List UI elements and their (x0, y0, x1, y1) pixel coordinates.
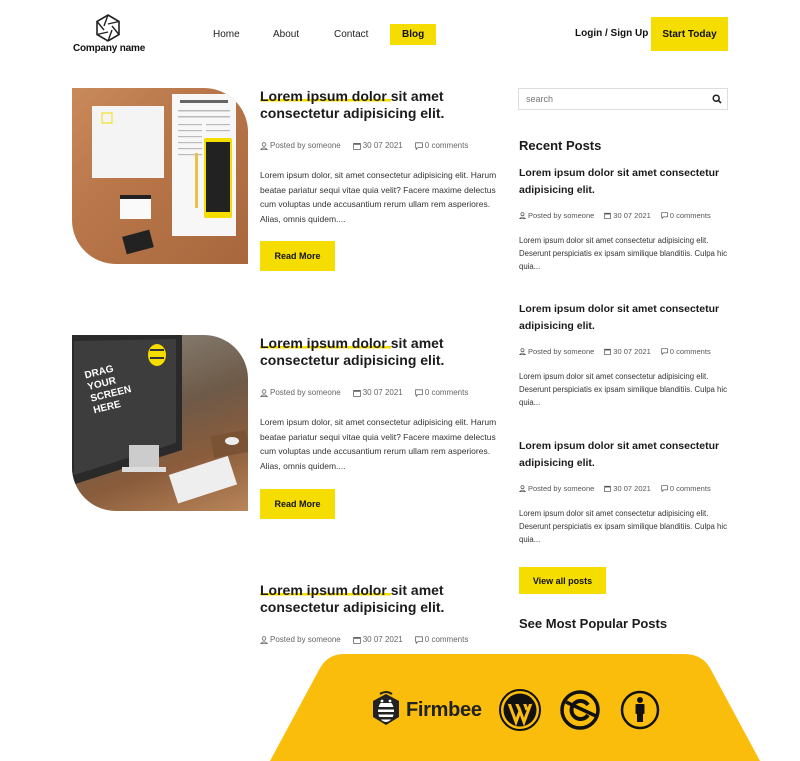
company-logo[interactable]: Company name (73, 14, 146, 54)
comment-icon (414, 141, 423, 150)
calendar-icon (604, 485, 612, 492)
read-more-button[interactable]: Read More (260, 489, 335, 519)
start-today-button[interactable]: Start Today (651, 17, 728, 51)
post-title[interactable]: Lorem ipsum dolor sit amet consectetur a… (260, 88, 500, 122)
recent-post-meta: Posted by someone 30 07 2021 0 comments (519, 211, 711, 220)
post-author: Posted by someone (270, 635, 341, 644)
user-icon (519, 212, 526, 219)
post-author: Posted by someone (270, 388, 341, 397)
comment-icon (661, 212, 668, 219)
firmbee-brand-text: Firmbee (406, 698, 482, 721)
recent-post-title[interactable]: Lorem ipsum dolor sit amet consectetur a… (519, 301, 734, 335)
post-image[interactable]: DRAG YOUR SCREEN HERE (72, 335, 248, 511)
user-icon (260, 635, 268, 644)
stationery-mockup-image (92, 94, 236, 255)
attribution-icon (620, 690, 659, 730)
post-meta: Posted by someone 30 07 2021 0 comments (260, 388, 468, 397)
post-author: Posted by someone (270, 141, 341, 150)
search-icon[interactable] (707, 94, 727, 104)
hexagon-logo-icon (96, 14, 120, 42)
recent-post-excerpt: Lorem ipsum dolor sit amet consectetur a… (519, 372, 728, 407)
post-title[interactable]: Lorem ipsum dolor sit amet consectetur a… (260, 335, 500, 369)
post-excerpt: Lorem ipsum dolor, sit amet consectetur … (260, 417, 497, 471)
banner-logos: Firmbee (370, 688, 678, 732)
company-name: Company name (73, 43, 146, 54)
nav-home[interactable]: Home (213, 24, 240, 45)
post-meta: Posted by someone 30 07 2021 0 comments (260, 635, 468, 644)
search-box (518, 88, 728, 110)
wordpress-icon (498, 689, 541, 731)
login-signup-link[interactable]: Login / Sign Up (575, 28, 648, 39)
comment-icon (414, 388, 423, 397)
post-date: 30 07 2021 (362, 141, 403, 150)
popular-posts-heading: See Most Popular Posts (519, 616, 668, 631)
post-date: 30 07 2021 (362, 635, 403, 644)
comment-icon (414, 635, 423, 644)
calendar-icon (604, 212, 612, 219)
post-title[interactable]: Lorem ipsum dolor sit amet consectetur a… (260, 582, 500, 616)
recent-post-title[interactable]: Lorem ipsum dolor sit amet consectetur a… (519, 438, 734, 472)
calendar-icon (604, 348, 612, 355)
recent-post-title[interactable]: Lorem ipsum dolor sit amet consectetur a… (519, 165, 734, 199)
recent-post-meta: Posted by someone 30 07 2021 0 comments (519, 347, 711, 356)
user-icon (519, 348, 526, 355)
calendar-icon (352, 636, 361, 644)
noncommercial-icon (559, 690, 600, 730)
post-date: 30 07 2021 (362, 388, 403, 397)
user-icon (519, 485, 526, 492)
user-icon (260, 141, 268, 150)
firmbee-bee-icon (373, 691, 399, 725)
comment-icon (661, 485, 668, 492)
nav-blog[interactable]: Blog (390, 24, 437, 45)
user-icon (260, 388, 268, 397)
recent-posts-heading: Recent Posts (519, 138, 624, 153)
read-more-button[interactable]: Read More (260, 241, 335, 271)
recent-post-meta: Posted by someone 30 07 2021 0 comments (519, 484, 711, 493)
search-input[interactable] (519, 94, 707, 104)
calendar-icon (352, 142, 361, 150)
post-image[interactable] (72, 88, 248, 264)
recent-post-excerpt: Lorem ipsum dolor sit amet consectetur a… (519, 236, 728, 271)
comment-icon (661, 348, 668, 355)
recent-post-excerpt: Lorem ipsum dolor sit amet consectetur a… (519, 509, 728, 544)
view-all-posts-button[interactable]: View all posts (519, 567, 606, 594)
post-comments[interactable]: 0 comments (425, 635, 469, 644)
post-comments[interactable]: 0 comments (425, 388, 469, 397)
post-excerpt: Lorem ipsum dolor, sit amet consectetur … (260, 170, 497, 224)
desktop-mockup-image: DRAG YOUR SCREEN HERE (72, 335, 248, 504)
post-comments[interactable]: 0 comments (425, 141, 469, 150)
calendar-icon (352, 389, 361, 397)
nav-about[interactable]: About (273, 24, 299, 45)
nav-contact[interactable]: Contact (334, 24, 368, 45)
post-meta: Posted by someone 30 07 2021 0 comments (260, 141, 468, 150)
